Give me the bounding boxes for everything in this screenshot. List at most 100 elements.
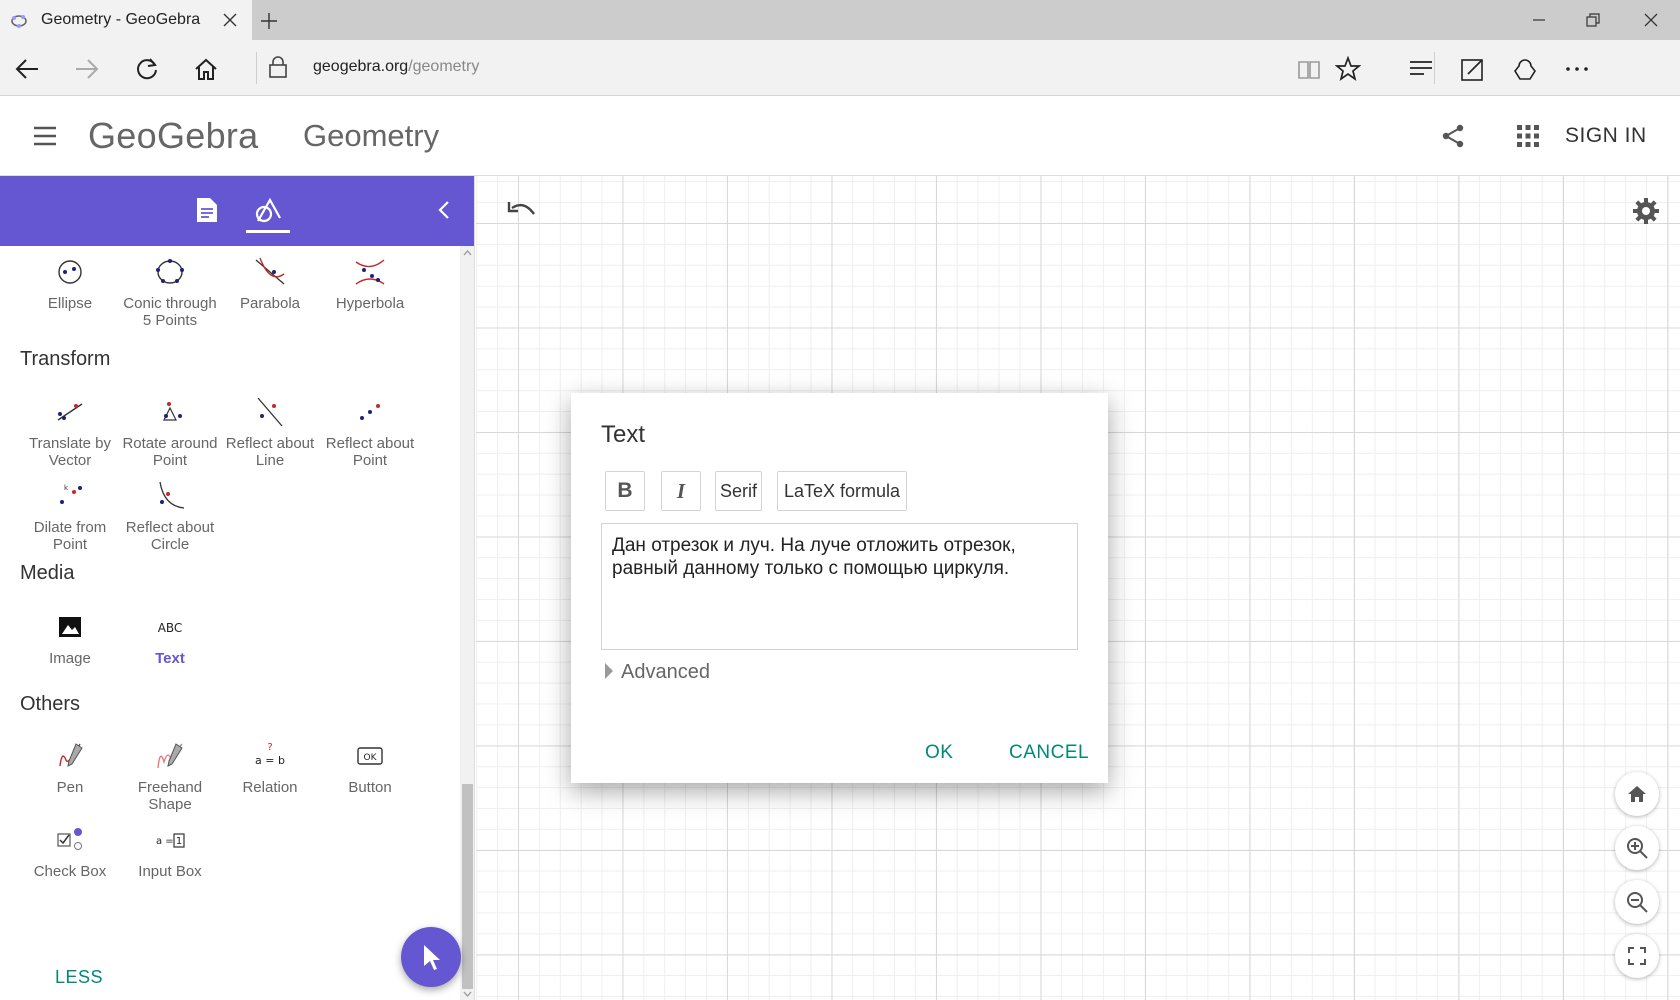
fullscreen-icon [1628,947,1646,965]
tool-reflect-line[interactable]: Reflect about Line [220,396,320,469]
tool-freehand-shape[interactable]: Freehand Shape [120,740,220,813]
latex-formula-button[interactable]: LaTeX formula [777,471,907,511]
tool-button[interactable]: OK Button [320,740,420,796]
button-icon: OK [357,747,383,765]
tool-label: Image [49,650,91,667]
close-tab-icon[interactable] [222,12,238,28]
tool-label: Text [155,650,185,667]
tool-pen[interactable]: Pen [20,740,120,796]
text-input-area[interactable]: Дан отрезок и луч. На луче отложить отре… [601,523,1078,650]
advanced-label: Advanced [621,661,710,683]
back-icon[interactable] [14,56,40,82]
relation-icon: ?a = b [255,742,285,767]
tools-tab-icon[interactable] [254,196,282,224]
browser-tab[interactable]: Geometry - GeoGebra [0,0,252,40]
tool-label: Reflect about Point [325,435,415,469]
forward-icon[interactable] [74,56,100,82]
zoom-out-button[interactable] [1615,880,1659,924]
tool-label: Rotate around Point [122,435,218,469]
tool-reflect-circle[interactable]: Reflect about Circle [120,480,220,553]
share-icon[interactable] [1440,123,1466,149]
less-button[interactable]: LESS [55,967,103,988]
ok-button[interactable]: OK [925,742,953,764]
bold-button[interactable]: B [605,471,645,511]
url-host: geogebra.org [313,58,409,75]
conic-5-points-icon [156,259,184,284]
tool-hyperbola[interactable]: Hyperbola [320,256,420,312]
restore-icon[interactable] [1585,12,1601,28]
tool-label: Check Box [33,863,107,880]
new-tab-icon[interactable] [260,12,278,30]
serif-button[interactable]: Serif [715,471,762,511]
tool-input-box[interactable]: a = 1 Input Box [120,824,220,880]
brand-logo[interactable]: GeoGebra [88,115,259,157]
favorite-star-icon[interactable] [1335,56,1361,82]
tool-conic-5-points[interactable]: Conic through 5 Points [120,256,220,329]
more-icon[interactable] [1564,56,1590,82]
minimize-icon[interactable] [1531,12,1547,28]
tool-label: Input Box [138,863,202,880]
reading-view-icon[interactable] [1296,57,1322,83]
tool-rotate-point[interactable]: Rotate around Point [120,396,220,469]
tool-image[interactable]: Image [20,611,120,667]
geogebra-favicon-icon [11,15,27,28]
scroll-up-icon[interactable] [462,248,473,258]
url-field[interactable]: geogebra.org/geometry [313,58,479,76]
lock-icon [269,56,287,78]
tool-label: Relation [242,779,298,796]
home-icon[interactable] [193,56,219,82]
reflect-circle-icon [159,481,185,509]
tool-ellipse[interactable]: Ellipse [20,256,120,312]
apps-grid-icon[interactable] [1517,125,1539,147]
tool-translate-vector[interactable]: Translate by Vector [20,396,120,469]
menu-icon[interactable] [32,125,58,147]
home-view-icon [1628,786,1646,802]
tool-reflect-point[interactable]: Reflect about Point [320,396,420,469]
tool-label: Reflect about Line [225,435,315,469]
url-path: /geometry [408,58,480,75]
share-browser-icon[interactable] [1512,56,1538,82]
tool-dilate-point[interactable]: k Dilate from Point [20,480,120,553]
input-box-icon: a = 1 [156,833,185,848]
panel-header [0,176,474,246]
tool-text[interactable]: ABC Text [120,611,220,667]
undo-icon[interactable] [506,198,538,222]
ellipse-icon [58,260,82,284]
check-box-icon [57,828,82,850]
tools-scrollbar-thumb[interactable] [462,784,473,989]
section-title-media: Media [20,562,75,584]
close-window-icon[interactable] [1643,12,1659,28]
svg-text:k: k [64,484,69,492]
dialog-title: Text [601,421,646,448]
tool-check-box[interactable]: Check Box [20,824,120,880]
scroll-down-icon[interactable] [462,989,473,999]
sign-in-button[interactable]: SIGN IN [1565,124,1647,148]
tool-parabola[interactable]: Parabola [220,256,320,312]
web-note-icon[interactable] [1460,56,1486,82]
app-header: GeoGebra Geometry SIGN IN [0,96,1680,176]
address-bar: geogebra.org/geometry [0,40,1680,96]
cancel-button[interactable]: CANCEL [1009,742,1089,764]
move-tool-button[interactable] [401,927,461,987]
text-dialog: Text B I Serif LaTeX formula Дан отрезок… [571,393,1108,783]
zoom-in-button[interactable] [1615,826,1659,870]
tool-relation[interactable]: ? a = b Relation [220,740,320,796]
tool-label: Conic through 5 Points [123,295,217,329]
refresh-icon[interactable] [134,56,160,82]
algebra-view-tab-icon[interactable] [195,196,219,224]
gear-icon[interactable] [1631,196,1661,226]
translate-vector-icon [57,403,83,421]
hub-icon[interactable] [1408,56,1434,82]
fullscreen-button[interactable] [1615,934,1659,978]
relation-icon-mark: ? [267,742,272,753]
dilate-point-icon: k [60,484,82,504]
reflect-line-icon [257,397,283,427]
advanced-toggle[interactable]: Advanced [605,661,710,684]
tool-label: Ellipse [47,295,93,312]
italic-button[interactable]: I [661,471,701,511]
triangle-right-icon [605,663,613,679]
relation-icon-label: a = b [255,754,285,767]
pen-icon [59,743,83,767]
standard-view-button[interactable] [1615,772,1659,816]
chevron-left-icon[interactable] [436,200,452,220]
